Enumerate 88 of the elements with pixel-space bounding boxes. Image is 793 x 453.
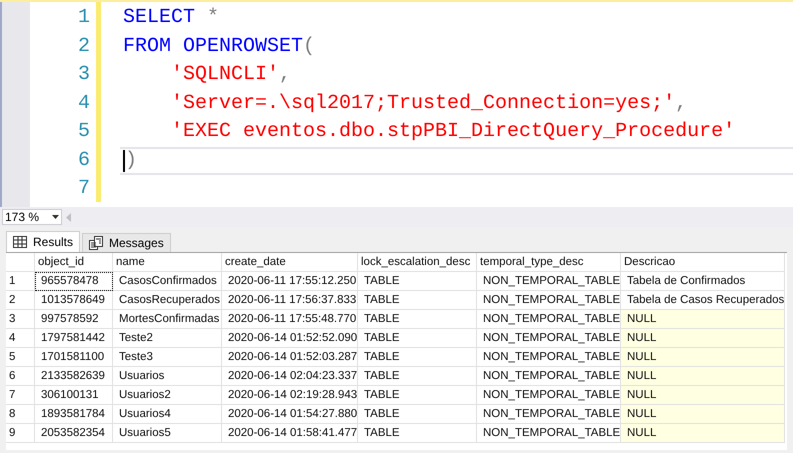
table-cell: Usuarios5 [113, 424, 222, 443]
column-header: object_id [35, 253, 113, 272]
table-cell: NULL [621, 367, 785, 386]
table-cell: 2020-06-14 01:54:27.880 [222, 405, 358, 424]
line-number: 6 [78, 148, 90, 174]
row-number: 3 [6, 310, 35, 329]
table-cell: NULL [621, 386, 785, 405]
results-tab[interactable]: Results [6, 231, 80, 252]
table-cell: 997578592 [35, 310, 113, 329]
table-cell: NULL [621, 424, 785, 443]
sql-string: 'SQLNCLI' [171, 62, 280, 88]
table-cell: TABLE [358, 405, 477, 424]
column-header: lock_escalation_desc [358, 253, 477, 272]
table-cell: NULL [621, 329, 785, 348]
zoom-value: 173 % [5, 209, 40, 226]
row-number: 2 [6, 291, 35, 310]
column-header: create_date [222, 253, 358, 272]
column-header: name [113, 253, 222, 272]
table-cell: NON_TEMPORAL_TABLE [477, 272, 621, 291]
table-cell: 2020-06-11 17:56:37.833 [222, 291, 358, 310]
column-header: temporal_type_desc [477, 253, 621, 272]
table-cell: 2133582639 [35, 367, 113, 386]
table-cell: CasosRecuperados [113, 291, 222, 310]
line-number: 3 [78, 62, 90, 88]
table-cell: Tabela de Confirmados [621, 272, 785, 291]
table-cell: 2020-06-11 17:55:12.250 [222, 272, 358, 291]
sql-punctuation: , [675, 90, 688, 117]
row-number: 1 [6, 272, 35, 291]
scroll-left-icon[interactable] [66, 212, 71, 222]
column-header: Descricao [621, 253, 785, 272]
sql-punctuation: ( [303, 34, 316, 60]
grid-icon [13, 236, 27, 248]
text-cursor [123, 150, 125, 172]
table-cell: NON_TEMPORAL_TABLE [477, 424, 621, 443]
table-cell: Usuarios2 [113, 386, 222, 405]
table-cell: MortesConfirmadas [113, 310, 222, 329]
table-cell: 1893581784 [35, 405, 113, 424]
row-number: 5 [6, 348, 35, 367]
table-cell: TABLE [358, 329, 477, 348]
table-cell: Teste3 [113, 348, 222, 367]
table-cell: 1013578649 [35, 291, 113, 310]
table-cell: 2020-06-11 17:55:48.770 [222, 310, 358, 329]
table-cell: 965578478 [35, 272, 113, 291]
table-cell: TABLE [358, 424, 477, 443]
table-cell: NULL [621, 405, 785, 424]
line-number: 7 [78, 176, 90, 202]
table-cell: 2020-06-14 02:19:28.943 [222, 386, 358, 405]
table-cell: 2053582354 [35, 424, 113, 443]
sql-string: 'Server=.\sql2017;Trusted_Connection=yes;' [171, 90, 676, 117]
row-number: 4 [6, 329, 35, 348]
row-number: 8 [6, 405, 35, 424]
row-number: 6 [6, 367, 35, 386]
table-cell: Teste2 [113, 329, 222, 348]
table-cell: TABLE [358, 367, 477, 386]
table-cell: CasosConfirmados [113, 272, 222, 291]
sql-keyword: SELECT [123, 5, 196, 32]
table-cell: 2020-06-14 01:58:41.477 [222, 424, 358, 443]
table-cell: TABLE [358, 386, 477, 405]
sql-string: 'EXEC eventos.dbo.stpPBI_DirectQuery_Procedure' [171, 119, 736, 146]
sql-punctuation: * [206, 5, 220, 32]
results-tab[interactable]: Messages [82, 233, 171, 252]
row-number: 7 [6, 386, 35, 405]
table-cell: 306100131 [35, 386, 113, 405]
table-cell: NON_TEMPORAL_TABLE [477, 291, 621, 310]
table-cell: 1797581442 [35, 329, 113, 348]
sql-punctuation: , [279, 62, 292, 88]
dropdown-caret-icon [52, 215, 59, 219]
table-cell: TABLE [358, 272, 477, 291]
line-number: 5 [78, 119, 90, 145]
table-cell: 2020-06-14 01:52:52.090 [222, 329, 358, 348]
line-number: 2 [78, 34, 90, 60]
table-cell: TABLE [358, 291, 477, 310]
table-cell: 2020-06-14 02:04:23.337 [222, 367, 358, 386]
table-cell: Usuarios4 [113, 405, 222, 424]
table-cell: TABLE [358, 348, 477, 367]
table-cell: 2020-06-14 01:52:03.287 [222, 348, 358, 367]
line-number: 1 [78, 5, 90, 31]
line-number: 4 [78, 90, 90, 116]
table-cell: NULL [621, 310, 785, 329]
zoom-dropdown[interactable]: 173 % [2, 209, 62, 225]
table-cell: 1701581100 [35, 348, 113, 367]
row-number: 9 [6, 424, 35, 443]
sql-keyword: FROM OPENROWSET [123, 34, 304, 60]
messages-icon [89, 236, 104, 250]
table-cell: Usuarios [113, 367, 222, 386]
table-cell: NULL [621, 348, 785, 367]
sql-punctuation: ) [125, 148, 138, 174]
table-cell: TABLE [358, 310, 477, 329]
